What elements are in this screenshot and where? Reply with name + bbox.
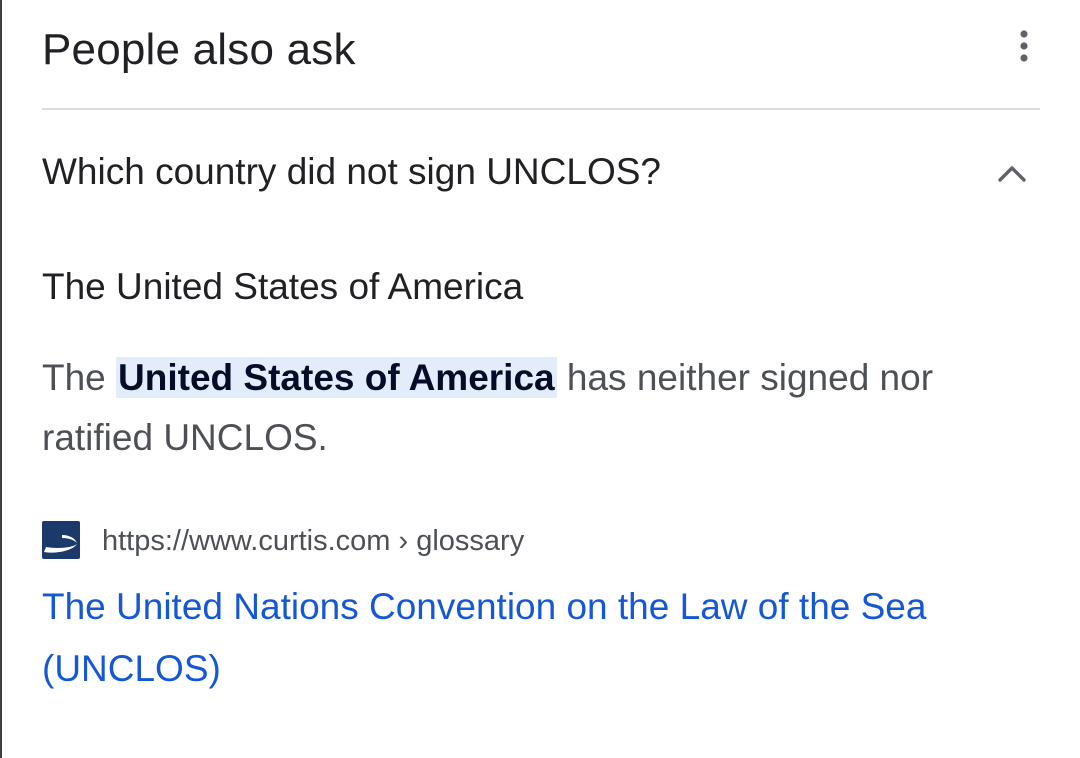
source-row[interactable]: https://www.curtis.com › glossary — [42, 518, 942, 562]
snippet-highlight: United States of America — [116, 357, 557, 398]
source-url: https://www.curtis.com › glossary — [102, 525, 525, 557]
more-options-button[interactable] — [1008, 18, 1040, 74]
question-text: Which country did not sign UNCLOS? — [42, 151, 661, 192]
header-divider — [42, 108, 1040, 110]
paa-title: People also ask — [42, 25, 356, 74]
more-vert-icon — [1020, 30, 1028, 62]
curtis-favicon-icon — [42, 521, 80, 559]
left-edge-border — [0, 0, 2, 758]
result-title-link[interactable]: The United Nations Convention on the Law… — [42, 576, 1032, 700]
question-row[interactable]: Which country did not sign UNCLOS? — [42, 140, 1040, 204]
people-also-ask-card: People also ask Which country did not si… — [42, 0, 1040, 758]
answer-title: The United States of America — [42, 266, 524, 307]
paa-header: People also ask — [42, 18, 1040, 78]
snippet-before: The — [42, 357, 117, 398]
chevron-up-icon — [998, 166, 1026, 182]
answer-snippet: The United States of America has neither… — [42, 348, 1032, 468]
